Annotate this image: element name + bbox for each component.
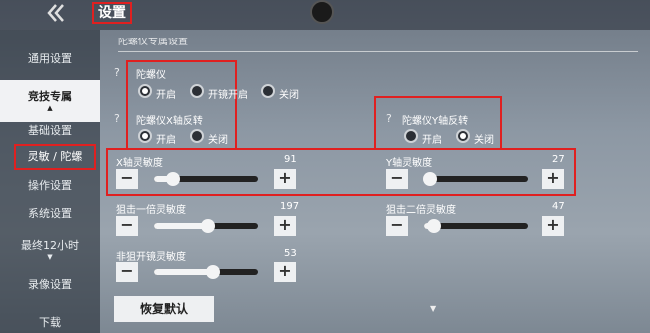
x-sens-plus-button[interactable]: + (274, 169, 296, 189)
gyro-y-off-label: 关闭 (474, 135, 494, 146)
non-sniper-plus-button[interactable]: + (274, 262, 296, 282)
gyro-x-on-label: 开启 (156, 135, 176, 146)
sidebar-item-competitive[interactable]: 竞技专属 ▲ (0, 80, 100, 122)
sniper1-minus-button[interactable]: − (116, 216, 138, 236)
gyro-y-invert-label: 陀螺仪Y轴反转 (402, 116, 469, 127)
non-sniper-sens-slider[interactable] (154, 265, 258, 279)
help-icon[interactable]: ? (114, 112, 120, 125)
slider-knob[interactable] (206, 265, 221, 279)
sniper2-sens-value: 47 (552, 201, 565, 212)
sidebar-item-last12h[interactable]: 最终12小时 ▼ (0, 237, 100, 261)
gyro-on-radio[interactable] (138, 84, 152, 98)
sniper1-sens-slider[interactable] (154, 219, 258, 233)
y-sens-minus-button[interactable]: − (386, 169, 408, 189)
help-icon[interactable]: ? (386, 112, 392, 125)
sniper2-sens-label: 狙击二倍灵敏度 (386, 205, 456, 216)
sidebar-item-sensitivity[interactable]: 灵敏 / 陀螺 (14, 144, 96, 170)
gyro-x-invert-label: 陀螺仪X轴反转 (136, 116, 203, 127)
gyro-label: 陀螺仪 (136, 70, 166, 81)
non-sniper-minus-button[interactable]: − (116, 262, 138, 282)
reset-defaults-button[interactable]: 恢复默认 (114, 296, 214, 322)
sidebar-item-replay[interactable]: 录像设置 (0, 276, 100, 292)
x-sens-value: 91 (284, 154, 297, 165)
page-title: 设置 (92, 2, 132, 24)
sidebar-item-system[interactable]: 系统设置 (0, 205, 100, 221)
y-sens-slider[interactable] (423, 172, 528, 186)
sidebar-item-label: 最终12小时 (21, 239, 79, 252)
slider-fill (154, 269, 214, 275)
y-sens-label: Y轴灵敏度 (386, 158, 433, 169)
sniper1-plus-button[interactable]: + (274, 216, 296, 236)
gyro-y-off-radio[interactable] (456, 129, 470, 143)
gyro-off-radio[interactable] (261, 84, 275, 98)
sidebar-item-controls[interactable]: 操作设置 (0, 177, 100, 193)
gyro-scope-radio[interactable] (190, 84, 204, 98)
slider-knob[interactable] (427, 219, 442, 233)
slider-knob[interactable] (201, 219, 216, 233)
sniper2-minus-button[interactable]: − (386, 216, 408, 236)
top-bar: 设置 (0, 0, 650, 30)
caret-down-icon: ▼ (47, 253, 53, 261)
non-sniper-sens-value: 53 (284, 248, 297, 259)
gyro-off-label: 关闭 (279, 90, 299, 101)
slider-knob[interactable] (165, 172, 180, 186)
sniper2-sens-slider[interactable] (424, 219, 528, 233)
sidebar: 通用设置 竞技专属 ▲ 基础设置 灵敏 / 陀螺 操作设置 系统设置 最终12小… (0, 30, 100, 333)
sidebar-item-label: 竞技专属 (28, 90, 72, 103)
sidebar-item-general[interactable]: 通用设置 (0, 50, 100, 66)
sniper1-sens-value: 197 (280, 201, 300, 212)
gyro-on-label: 开启 (156, 90, 176, 101)
y-sens-plus-button[interactable]: + (542, 169, 564, 189)
gyro-y-on-label: 开启 (422, 135, 442, 146)
sniper2-plus-button[interactable]: + (542, 216, 564, 236)
settings-content: 陀螺仪专属设置 ? 陀螺仪 开启 开镜开启 关闭 ? 陀螺仪X轴反转 开启 关闭… (104, 30, 640, 333)
section-title: 陀螺仪专属设置 (118, 38, 638, 52)
scroll-down-icon[interactable]: ▼ (430, 304, 436, 313)
caret-up-icon: ▲ (47, 104, 53, 112)
gyro-x-off-label: 关闭 (208, 135, 228, 146)
gyro-scope-label: 开镜开启 (208, 90, 248, 101)
x-sens-minus-button[interactable]: − (116, 169, 138, 189)
gyro-y-on-radio[interactable] (404, 129, 418, 143)
sniper1-sens-label: 狙击一倍灵敏度 (116, 205, 186, 216)
back-chevron-icon[interactable] (44, 2, 68, 24)
x-sens-label: X轴灵敏度 (116, 158, 163, 169)
camera-notch (310, 0, 334, 24)
gyro-x-off-radio[interactable] (190, 129, 204, 143)
sidebar-item-basic[interactable]: 基础设置 (0, 122, 100, 138)
help-icon[interactable]: ? (114, 66, 120, 79)
sidebar-item-download[interactable]: 下载 (0, 314, 100, 330)
y-sens-value: 27 (552, 154, 565, 165)
slider-fill (154, 223, 209, 229)
gyro-x-on-radio[interactable] (138, 129, 152, 143)
x-sens-slider[interactable] (154, 172, 258, 186)
